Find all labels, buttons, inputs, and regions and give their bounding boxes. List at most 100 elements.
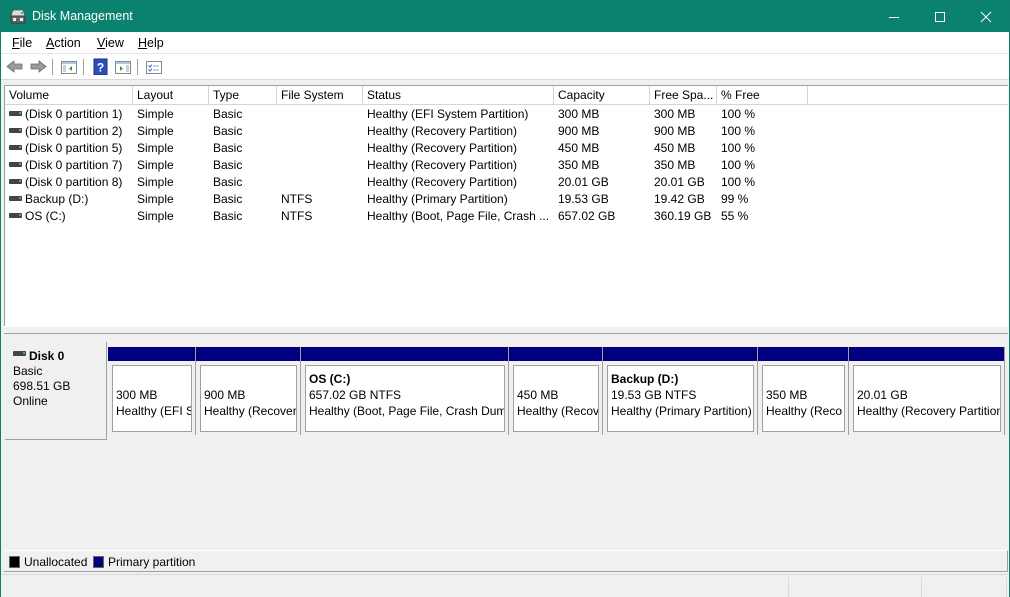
cell-volume: (Disk 0 partition 2) xyxy=(9,123,131,140)
column-header-type[interactable]: Type xyxy=(209,86,277,105)
menu-help[interactable]: Help xyxy=(138,36,164,50)
partition-size: 20.01 GB xyxy=(857,388,908,402)
cell-file-system xyxy=(281,123,363,140)
cell-volume: OS (C:) xyxy=(9,208,131,225)
table-row[interactable]: (Disk 0 partition 8) Simple Basic Healthy (… xyxy=(5,174,1008,191)
volume-icon xyxy=(9,213,22,219)
partition-info: OS (C:) 657.02 GB NTFS Healthy (Boot, Page… xyxy=(305,365,505,432)
table-row[interactable]: (Disk 0 partition 1) Simple Basic Healthy (… xyxy=(5,106,1008,123)
cell-percent-free: 100 % xyxy=(721,124,756,138)
volume-list[interactable]: Volume Layout Type File System Status Ca… xyxy=(4,85,1008,326)
partition-name: OS (C:) xyxy=(309,372,351,386)
partition-size: 19.53 GB NTFS xyxy=(611,388,697,402)
menu-view[interactable]: View xyxy=(97,36,124,50)
show-hide-action-pane-button[interactable] xyxy=(114,58,132,75)
partition-size: 300 MB xyxy=(116,388,158,402)
table-row[interactable]: OS (C:) Simple Basic NTFS Healthy (Boot, Pag… xyxy=(5,208,1008,225)
cell-capacity: 900 MB xyxy=(558,124,600,138)
cell-free-space: 350 MB xyxy=(654,158,696,172)
cell-status: Healthy (EFI System Partition) xyxy=(367,107,529,121)
cell-capacity: 20.01 GB xyxy=(558,175,609,189)
partition-block[interactable]: 350 MB Healthy (Reco xyxy=(758,347,849,435)
column-header-status[interactable]: Status xyxy=(363,86,554,105)
table-row[interactable]: (Disk 0 partition 2) Simple Basic Healthy (… xyxy=(5,123,1008,140)
column-header-free-space[interactable]: Free Spa... xyxy=(650,86,717,105)
volume-icon xyxy=(9,145,22,151)
back-button[interactable] xyxy=(6,58,24,75)
disk-0-label[interactable]: Disk 0 Basic 698.51 GB Online xyxy=(5,342,107,440)
disk-state: Online xyxy=(13,394,48,408)
table-row[interactable]: (Disk 0 partition 7) Simple Basic Healthy (… xyxy=(5,157,1008,174)
cell-capacity: 300 MB xyxy=(558,107,600,121)
partition-block[interactable]: Backup (D:) 19.53 GB NTFS Healthy (Primary… xyxy=(603,347,758,435)
partition-block[interactable]: 450 MB Healthy (Recov xyxy=(509,347,603,435)
menu-action[interactable]: Action xyxy=(46,36,81,50)
cell-free-space: 300 MB xyxy=(654,107,696,121)
partition-status: Healthy (Boot, Page File, Crash Dum xyxy=(309,404,505,418)
column-header-file-system[interactable]: File System xyxy=(277,86,363,105)
volume-icon xyxy=(9,111,22,117)
volume-icon xyxy=(9,196,22,202)
minimize-icon xyxy=(889,16,899,18)
table-row[interactable]: (Disk 0 partition 5) Simple Basic Healthy (… xyxy=(5,140,1008,157)
cell-layout: Simple xyxy=(137,158,174,172)
primary-partition-bar xyxy=(603,347,757,361)
primary-partition-swatch xyxy=(93,556,104,568)
close-icon xyxy=(980,11,992,22)
volume-icon xyxy=(9,179,22,185)
cell-capacity: 350 MB xyxy=(558,158,600,172)
action-pane-icon xyxy=(115,61,131,74)
svg-text:?: ? xyxy=(97,61,104,75)
menu-bar: File Action View Help xyxy=(1,32,1009,54)
column-header-capacity[interactable]: Capacity xyxy=(554,86,650,105)
cell-free-space: 900 MB xyxy=(654,124,696,138)
column-header-volume[interactable]: Volume xyxy=(5,86,133,105)
close-button[interactable] xyxy=(963,1,1009,32)
partition-status: Healthy (Recover xyxy=(204,404,297,418)
column-header-layout[interactable]: Layout xyxy=(133,86,209,105)
cell-percent-free: 100 % xyxy=(721,107,756,121)
column-header-percent-free[interactable]: % Free xyxy=(717,86,808,105)
cell-type: Basic xyxy=(213,141,243,155)
cell-file-system: NTFS xyxy=(281,192,313,206)
properties-button[interactable] xyxy=(145,58,163,75)
partition-block[interactable]: 900 MB Healthy (Recover xyxy=(196,347,301,435)
cell-free-space: 360.19 GB xyxy=(654,209,712,223)
back-arrow-icon xyxy=(6,60,23,73)
unallocated-swatch xyxy=(9,556,20,568)
cell-percent-free: 100 % xyxy=(721,141,756,155)
help-button[interactable]: ? xyxy=(92,58,110,76)
pane-splitter[interactable] xyxy=(4,326,1008,334)
partition-name: Backup (D:) xyxy=(611,372,679,386)
partition-block[interactable]: 20.01 GB Healthy (Recovery Partition xyxy=(849,347,1005,435)
cell-status: Healthy (Boot, Page File, Crash ... xyxy=(367,209,550,223)
forward-button[interactable] xyxy=(29,58,47,75)
partition-block[interactable]: 300 MB Healthy (EFI S xyxy=(108,347,196,435)
partition-size: 657.02 GB NTFS xyxy=(309,388,402,402)
cell-capacity: 19.53 GB xyxy=(558,192,609,206)
cell-layout: Simple xyxy=(137,192,174,206)
partition-info: 350 MB Healthy (Reco xyxy=(762,365,845,432)
status-bar xyxy=(1,574,1009,597)
cell-type: Basic xyxy=(213,124,243,138)
partition-block[interactable]: OS (C:) 657.02 GB NTFS Healthy (Boot, Page… xyxy=(301,347,509,435)
minimize-button[interactable] xyxy=(871,1,917,32)
cell-type: Basic xyxy=(213,158,243,172)
cell-status: Healthy (Recovery Partition) xyxy=(367,175,518,189)
maximize-button[interactable] xyxy=(917,1,963,32)
cell-type: Basic xyxy=(213,175,243,189)
toolbar-separator xyxy=(137,59,138,75)
cell-file-system xyxy=(281,174,363,191)
window-title: Disk Management xyxy=(32,9,133,23)
partition-info: 300 MB Healthy (EFI S xyxy=(112,365,192,432)
cell-layout: Simple xyxy=(137,141,174,155)
show-hide-console-tree-button[interactable] xyxy=(60,58,78,75)
partition-name-empty xyxy=(766,371,844,387)
cell-volume: (Disk 0 partition 8) xyxy=(9,174,131,191)
title-bar[interactable]: Disk Management xyxy=(1,1,1009,32)
table-row[interactable]: Backup (D:) Simple Basic NTFS Healthy (Prima… xyxy=(5,191,1008,208)
menu-file[interactable]: File xyxy=(12,36,32,50)
primary-partition-bar xyxy=(196,347,300,361)
cell-volume: (Disk 0 partition 7) xyxy=(9,157,131,174)
disk-type: Basic xyxy=(13,364,43,378)
